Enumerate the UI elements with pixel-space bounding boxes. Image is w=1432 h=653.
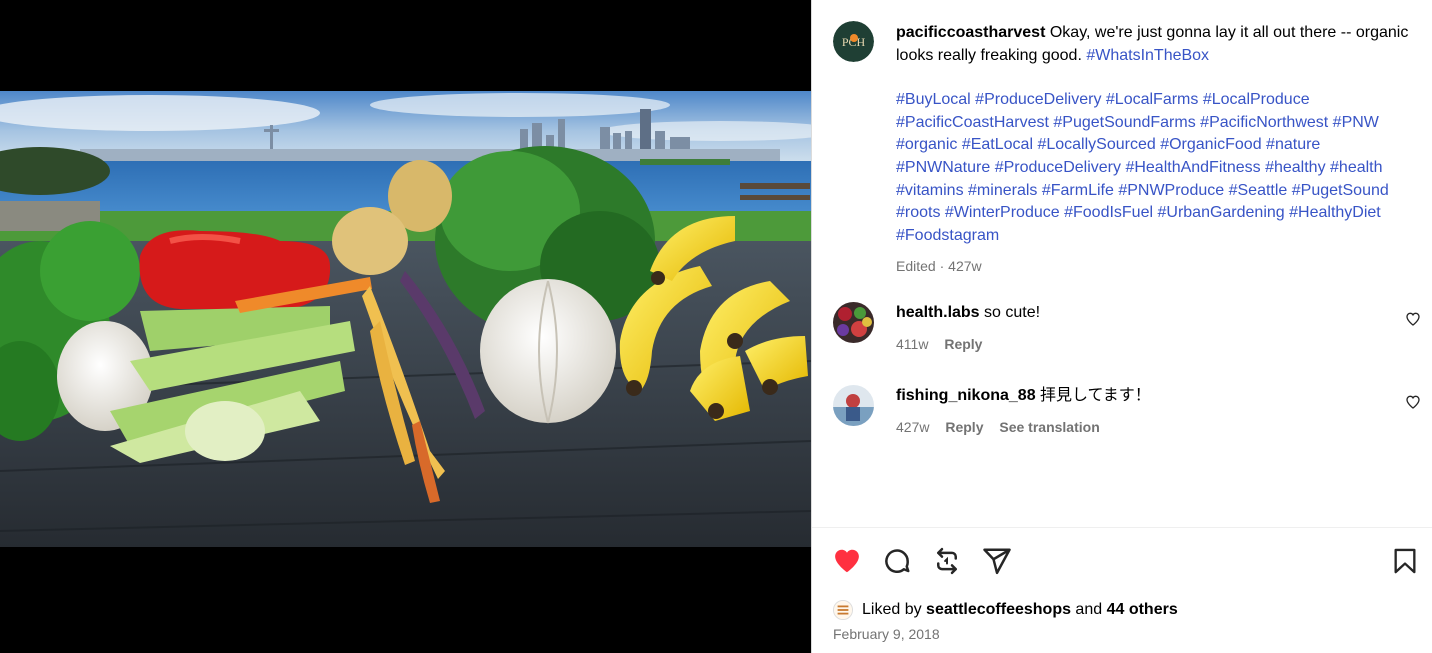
post-meta: Edited · 427w	[896, 255, 1416, 278]
meta-separator: ·	[935, 258, 949, 275]
hashtag-link[interactable]: #PacificNorthwest	[1200, 114, 1328, 131]
comment-text: so cute!	[979, 304, 1041, 321]
author-avatar[interactable]: PCH	[833, 21, 874, 62]
hashtag-link[interactable]: #minerals	[968, 182, 1037, 199]
post-date[interactable]: February 9, 2018	[833, 626, 940, 642]
hashtag-link[interactable]: #healthy	[1265, 159, 1326, 176]
comment-body: fishing_nikona_88 拝見してます！ 427w Reply See…	[896, 385, 1396, 438]
likes-others-link[interactable]: 44 others	[1107, 601, 1178, 619]
action-bar: Liked by seattlecoffeeshops and 44 other…	[812, 527, 1432, 653]
hashtag-link[interactable]: #LocallySourced	[1037, 136, 1155, 153]
post-side-panel: PCH pacificcoastharvest Okay, we're just…	[811, 0, 1432, 653]
liker-username[interactable]: seattlecoffeeshops	[926, 601, 1071, 619]
hashtag-link[interactable]: #roots	[896, 204, 940, 221]
hashtag-link[interactable]: #PNWNature	[896, 159, 990, 176]
hashtag-link[interactable]: #PugetSoundFarms	[1053, 114, 1195, 131]
hashtag-link[interactable]: #vitamins	[896, 182, 964, 199]
heart-filled-icon	[835, 549, 859, 573]
likes-mid: and	[1070, 601, 1107, 618]
like-button[interactable]	[830, 544, 864, 578]
hashtag-link[interactable]: #PNWProduce	[1118, 182, 1224, 199]
hashtag-link[interactable]: #ProduceDelivery	[975, 91, 1101, 108]
save-button[interactable]	[1388, 544, 1422, 578]
commenter-avatar[interactable]	[833, 385, 874, 426]
comment-age[interactable]: 411w	[896, 336, 928, 352]
hashtag-link[interactable]: #UrbanGardening	[1157, 204, 1284, 221]
repost-button[interactable]	[930, 544, 964, 578]
share-icon	[983, 548, 1011, 575]
share-button[interactable]	[980, 544, 1014, 578]
hashtag-link[interactable]: #Seattle	[1229, 182, 1288, 199]
likes-prefix: Liked by	[862, 601, 922, 618]
comment-age[interactable]: 427w	[896, 419, 929, 435]
hashtag-link[interactable]: #WinterProduce	[945, 204, 1060, 221]
hashtag-link[interactable]: #health	[1330, 159, 1383, 176]
edited-label: Edited	[896, 258, 936, 275]
hashtag-link[interactable]: #organic	[896, 136, 957, 153]
hashtag-list: #BuyLocal #ProduceDelivery #LocalFarms #…	[896, 89, 1416, 247]
see-translation-button[interactable]: See translation	[999, 419, 1099, 435]
comment-username[interactable]: health.labs	[896, 304, 980, 321]
hashtag-link[interactable]: #PugetSound	[1292, 182, 1389, 199]
comment-body: health.labs so cute! 411w Reply	[896, 302, 1396, 355]
hashtag-link[interactable]: #PNW	[1333, 114, 1379, 131]
bookmark-icon	[1394, 548, 1416, 574]
commenter-avatar[interactable]	[833, 302, 874, 343]
post-caption: pacificcoastharvest Okay, we're just gon…	[896, 22, 1416, 278]
hashtag-link[interactable]: #HealthyDiet	[1289, 204, 1381, 221]
reply-button[interactable]: Reply	[944, 336, 982, 352]
reply-button[interactable]: Reply	[945, 419, 983, 435]
likes-summary: Liked by seattlecoffeeshops and 44 other…	[833, 598, 1178, 622]
hashtag-link[interactable]: #PacificCoastHarvest	[896, 114, 1049, 131]
heart-outline-icon[interactable]	[1405, 311, 1421, 327]
hashtag-link[interactable]: #LocalFarms	[1106, 91, 1198, 108]
hashtag-link[interactable]: #HealthAndFitness	[1125, 159, 1260, 176]
caption-hashtag-link[interactable]: #WhatsInTheBox	[1086, 47, 1209, 64]
post-photo	[0, 91, 811, 547]
hashtag-link[interactable]: #BuyLocal	[896, 91, 971, 108]
comment-text: 拝見してます！	[1035, 387, 1151, 404]
post-media[interactable]	[0, 0, 811, 653]
comment-button[interactable]	[880, 544, 914, 578]
hashtag-link[interactable]: #FoodIsFuel	[1064, 204, 1153, 221]
comment-username[interactable]: fishing_nikona_88	[896, 387, 1036, 404]
heart-outline-icon[interactable]	[1405, 394, 1421, 410]
hashtag-link[interactable]: #nature	[1266, 136, 1320, 153]
hashtag-link[interactable]: #ProduceDelivery	[995, 159, 1121, 176]
post-age[interactable]: 427w	[948, 258, 981, 274]
repost-icon	[937, 547, 957, 575]
hashtag-link[interactable]: #FarmLife	[1042, 182, 1114, 199]
hashtag-link[interactable]: #EatLocal	[962, 136, 1033, 153]
liker-avatar[interactable]	[833, 600, 853, 620]
comment-icon	[885, 549, 910, 574]
hashtag-link[interactable]: #Foodstagram	[896, 227, 999, 244]
hashtag-link[interactable]: #OrganicFood	[1160, 136, 1261, 153]
caption-username[interactable]: pacificcoastharvest	[896, 24, 1045, 41]
hashtag-link[interactable]: #LocalProduce	[1203, 91, 1310, 108]
